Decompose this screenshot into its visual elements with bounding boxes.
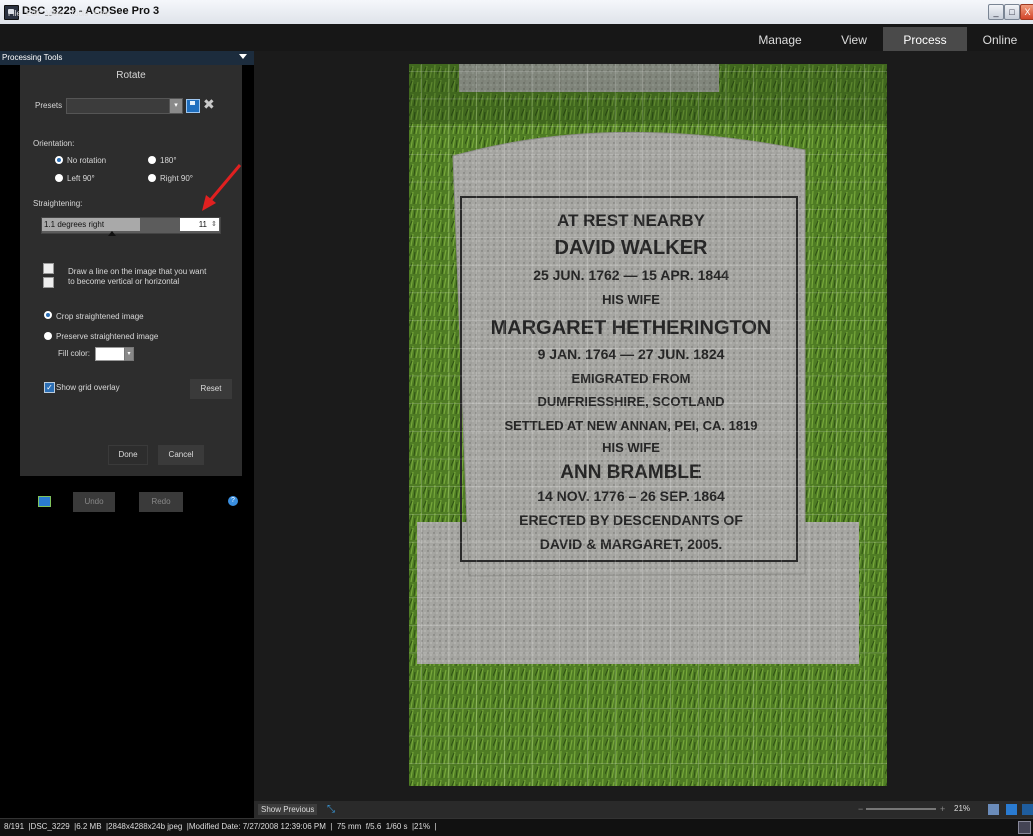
straightening-spinner-icon[interactable]: ⇕ bbox=[211, 220, 217, 228]
draw-line-hint-2: to become vertical or horizontal bbox=[68, 277, 180, 286]
straightening-label: Straightening: bbox=[33, 199, 83, 208]
status-text: 8/191 |DSC_3229 |6.2 MB |2848x4288x24b j… bbox=[4, 822, 437, 831]
actual-size-icon[interactable] bbox=[1006, 804, 1017, 815]
window-title: DSC_3229 - ACDSee Pro 3 bbox=[22, 5, 160, 17]
panel-menu-dropdown-icon[interactable] bbox=[239, 54, 247, 59]
minimize-button[interactable]: _ bbox=[988, 4, 1004, 20]
compare-icon[interactable]: ⤡ bbox=[327, 804, 335, 815]
tab-manage[interactable]: Manage bbox=[735, 27, 825, 54]
status-info-icon[interactable] bbox=[1018, 821, 1031, 834]
zoom-value[interactable]: 21% bbox=[954, 804, 970, 813]
image-thumbnail-icon[interactable] bbox=[38, 496, 51, 507]
presets-select[interactable] bbox=[66, 98, 170, 114]
processing-tools-title: Processing Tools bbox=[2, 53, 63, 62]
fill-color-swatch[interactable] bbox=[95, 347, 125, 361]
no-rotation-label[interactable]: No rotation bbox=[67, 156, 106, 165]
radio-preserve-straightened[interactable] bbox=[44, 332, 52, 340]
red-arrow-annotation bbox=[202, 164, 242, 211]
zoom-in-icon[interactable]: + bbox=[940, 804, 945, 814]
tab-online[interactable]: Online bbox=[967, 27, 1033, 54]
straightening-slider-thumb[interactable] bbox=[108, 231, 116, 236]
orientation-label: Orientation: bbox=[33, 139, 75, 148]
delete-preset-icon[interactable]: ✖ bbox=[203, 96, 215, 113]
menu-edit[interactable]: Edit bbox=[26, 9, 40, 18]
cancel-button[interactable]: Cancel bbox=[158, 445, 204, 465]
show-grid-checkbox[interactable]: ✓ bbox=[44, 382, 55, 393]
rotate-180-label[interactable]: 180° bbox=[160, 156, 177, 165]
maximize-button[interactable]: □ bbox=[1004, 4, 1020, 20]
left-90-label[interactable]: Left 90° bbox=[67, 174, 95, 183]
straightening-slider-text: 1.1 degrees right bbox=[44, 220, 105, 229]
show-previous-button[interactable]: Show Previous bbox=[258, 804, 318, 815]
radio-crop-straightened[interactable] bbox=[44, 311, 52, 319]
fill-color-label: Fill color: bbox=[58, 349, 91, 358]
preserve-straightened-label[interactable]: Preserve straightened image bbox=[56, 332, 158, 341]
presets-dropdown-icon[interactable]: ▾ bbox=[169, 98, 183, 114]
radio-no-rotation[interactable] bbox=[55, 156, 63, 164]
radio-right-90[interactable] bbox=[148, 174, 156, 182]
close-button[interactable]: X bbox=[1020, 4, 1033, 20]
draw-vertical-line-icon[interactable] bbox=[43, 263, 54, 274]
menu-file[interactable]: File bbox=[8, 9, 21, 18]
rotate-panel-title: Rotate bbox=[116, 70, 146, 81]
fill-color-dropdown-icon[interactable]: ▾ bbox=[124, 347, 134, 361]
tab-view[interactable]: View bbox=[825, 27, 883, 54]
save-preset-icon[interactable] bbox=[186, 99, 200, 113]
zoom-slider[interactable] bbox=[866, 808, 936, 810]
straightening-value-text: 11 bbox=[198, 220, 207, 229]
draw-line-hint-1: Draw a line on the image that you want bbox=[68, 267, 207, 276]
radio-180[interactable] bbox=[148, 156, 156, 164]
right-90-label[interactable]: Right 90° bbox=[160, 174, 193, 183]
menu-help[interactable]: Help bbox=[94, 9, 110, 18]
undo-button[interactable]: Undo bbox=[73, 492, 115, 512]
draw-horizontal-line-icon[interactable] bbox=[43, 277, 54, 288]
tab-process[interactable]: Process bbox=[883, 27, 967, 54]
help-icon[interactable]: ? bbox=[228, 496, 238, 506]
radio-left-90[interactable] bbox=[55, 174, 63, 182]
zoom-out-icon[interactable]: − bbox=[858, 804, 863, 814]
presets-label: Presets bbox=[35, 101, 63, 110]
crop-straightened-label[interactable]: Crop straightened image bbox=[56, 312, 144, 321]
show-grid-label[interactable]: Show grid overlay bbox=[56, 383, 120, 392]
fit-image-icon[interactable] bbox=[988, 804, 999, 815]
reset-button[interactable]: Reset bbox=[190, 379, 232, 399]
menu-tools[interactable]: Tools bbox=[70, 9, 89, 18]
photo-headstone[interactable]: AT REST NEARBYDAVID WALKER25 JUN. 1762 —… bbox=[409, 64, 887, 786]
redo-button[interactable]: Redo bbox=[139, 492, 183, 512]
menu-view[interactable]: View bbox=[46, 9, 63, 18]
full-screen-icon[interactable] bbox=[1022, 804, 1033, 815]
done-button[interactable]: Done bbox=[108, 445, 148, 465]
